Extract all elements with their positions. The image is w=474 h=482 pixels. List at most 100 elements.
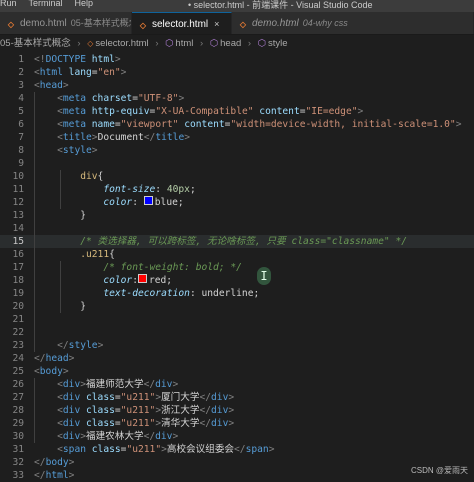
code-line[interactable]: 24 </head> <box>0 352 474 365</box>
code-token: </ <box>199 405 212 416</box>
breadcrumb-html[interactable]: html <box>175 38 193 49</box>
chevron-right-icon: › <box>247 38 252 49</box>
color-swatch[interactable] <box>143 196 153 205</box>
tab-selector-html[interactable]: ◇ selector.html × <box>132 12 232 34</box>
code-line[interactable]: 13 } <box>0 209 474 222</box>
code-line[interactable]: 3 <head> <box>0 79 474 92</box>
code-token: > <box>62 80 69 91</box>
code-text: } <box>34 209 86 222</box>
line-number: 4 <box>18 93 24 104</box>
breadcrumb-style[interactable]: style <box>268 38 288 49</box>
code-token: style <box>62 145 92 156</box>
code-token: 40px <box>166 184 190 195</box>
code-line[interactable]: 30 <div>福建农林大学</div> <box>0 430 474 443</box>
element-icon: ⬡ <box>165 38 174 49</box>
chevron-right-icon: › <box>155 38 159 49</box>
code-token: meta <box>62 106 86 117</box>
code-line[interactable]: 1 <!DOCTYPE html> <box>0 53 474 66</box>
menu-run[interactable]: Run <box>0 0 17 8</box>
code-line[interactable]: 9 <box>0 157 474 170</box>
code-token: /* 类选择器, 可以跨标签, 无论啥标签, 只要 class="classna… <box>80 236 407 247</box>
line-number: 17 <box>12 262 24 273</box>
code-token: 清华大学 <box>161 418 200 429</box>
code-line[interactable]: 16 .u211{ <box>0 248 474 261</box>
code-token: color <box>103 275 133 286</box>
code-token: </ <box>143 431 156 442</box>
code-line[interactable]: 11 font-size: 40px; <box>0 183 474 196</box>
code-line[interactable]: 33 </html> <box>0 469 474 482</box>
code-line[interactable]: 22 <box>0 326 474 339</box>
code-line[interactable]: 8 <style> <box>0 144 474 157</box>
code-editor[interactable]: 33 </html> 32 </body> 31 <span class="u211">… <box>0 53 474 482</box>
code-text: .u211{ <box>34 248 115 261</box>
code-text: <meta http-equiv="X-UA-Compatible" conte… <box>34 105 363 118</box>
tab-demo-html-05[interactable]: ◇ demo.html 05-基本样式概念 <box>0 12 132 34</box>
code-token: > <box>120 67 127 78</box>
code-token: > <box>172 379 179 390</box>
code-line[interactable]: 14 <box>0 222 474 235</box>
code-token: ; <box>189 184 196 195</box>
code-line[interactable]: 18 color: red; <box>0 274 474 287</box>
chevron-right-icon: › <box>200 38 204 49</box>
code-line[interactable]: 25 <body> <box>0 365 474 378</box>
menu-terminal[interactable]: Terminal <box>29 0 63 8</box>
code-token: > <box>68 457 75 468</box>
code-token: > <box>68 353 75 364</box>
line-number: 30 <box>12 431 24 442</box>
code-line[interactable]: 5 <meta http-equiv="X-UA-Compatible" con… <box>0 105 474 118</box>
breadcrumb-head[interactable]: head <box>220 38 241 49</box>
menu-help[interactable]: Help <box>75 0 94 8</box>
code-token: 高校会议组委会 <box>166 444 235 455</box>
tab-sublabel: 05-基本样式概念 <box>70 18 132 28</box>
tab-demo-html-04[interactable]: ◇ demo.html 04-why css <box>232 12 474 34</box>
code-line[interactable]: 20 } <box>0 300 474 313</box>
code-token: 福建农林大学 <box>86 431 144 442</box>
code-token: div <box>62 379 81 390</box>
code-line[interactable]: 7 <title>Document</title> <box>0 131 474 144</box>
code-token: name <box>86 119 115 130</box>
code-token: color <box>103 197 133 208</box>
code-token: span <box>245 444 269 455</box>
line-number: 26 <box>12 379 24 390</box>
code-line[interactable]: 4 <meta charset="UTF-8"> <box>0 92 474 105</box>
code-line[interactable]: 2 <html lang="en"> <box>0 66 474 79</box>
code-token: meta <box>62 119 86 130</box>
html-file-icon: ◇ <box>239 20 247 29</box>
code-line[interactable]: 28 <div class="u211">浙江大学</div> <box>0 404 474 417</box>
code-text: color: blue; <box>34 196 184 209</box>
code-line[interactable]: 29 <div class="u211">清华大学</div> <box>0 417 474 430</box>
color-swatch[interactable] <box>137 274 147 283</box>
code-line[interactable]: 10 div{ <box>0 170 474 183</box>
code-line[interactable]: 27 <div class="u211">厦门大学</div> <box>0 391 474 404</box>
code-line[interactable]: 26 <div>福建师范大学</div> <box>0 378 474 391</box>
code-line[interactable]: 32 </body> <box>0 456 474 469</box>
code-line[interactable]: 17 /* font-weight: bold; */ <box>0 261 474 274</box>
code-token: { <box>97 171 104 182</box>
code-text: </body> <box>34 456 74 469</box>
code-token: > <box>172 431 179 442</box>
code-line[interactable]: 15 /* 类选择器, 可以跨标签, 无论啥标签, 只要 class="clas… <box>0 235 474 248</box>
code-token: > <box>114 54 121 65</box>
line-number: 14 <box>12 223 24 234</box>
code-line[interactable]: 19 text-decoration: underline; <box>0 287 474 300</box>
indent-guide <box>60 261 61 313</box>
code-line[interactable]: 31 <span class="u211">高校会议组委会</span> <box>0 443 474 456</box>
close-icon[interactable]: × <box>214 19 219 29</box>
code-token: class <box>80 418 115 429</box>
code-token: </ <box>199 418 212 429</box>
code-line[interactable]: 23 </style> <box>0 339 474 352</box>
code-token: > <box>68 470 75 481</box>
code-token: "width=device-width, initial-scale=1.0" <box>230 119 456 130</box>
code-token: "en" <box>97 67 121 78</box>
code-token: > <box>268 444 275 455</box>
line-number: 6 <box>18 119 24 130</box>
code-line[interactable]: 12 color: blue; <box>0 196 474 209</box>
code-token: html <box>39 67 63 78</box>
breadcrumb-file[interactable]: selector.html <box>95 38 148 49</box>
line-number: 8 <box>18 145 24 156</box>
breadcrumb-folder[interactable]: 05-基本样式概念 <box>0 38 71 49</box>
code-line[interactable]: 21 <box>0 313 474 326</box>
code-line[interactable]: 6 <meta name="viewport" content="width=d… <box>0 118 474 131</box>
